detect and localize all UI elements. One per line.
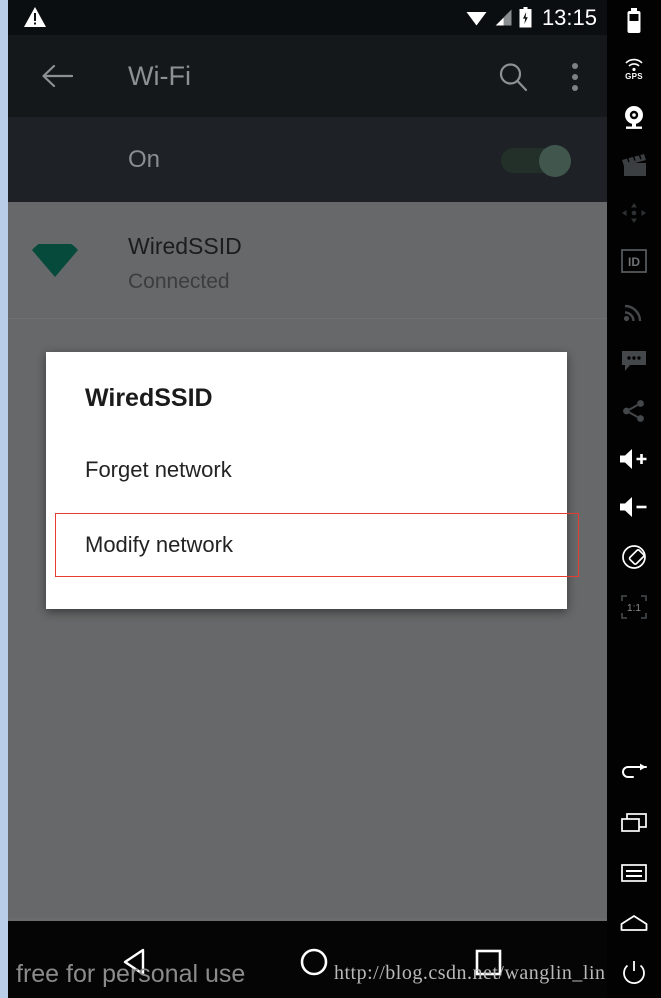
emulator-toolbar: GPS ID 1:1 [607, 0, 661, 998]
device-screen: 13:15 Wi-Fi On WiredSSID Connected Wired… [8, 0, 607, 998]
wifi-signal-icon [466, 11, 487, 25]
battery-charging-icon [519, 7, 532, 28]
status-bar: 13:15 [8, 0, 607, 35]
sms-icon[interactable] [607, 340, 661, 382]
zoom-actual-icon[interactable]: 1:1 [607, 586, 661, 628]
status-icons: 13:15 [466, 0, 597, 35]
svg-text:1:1: 1:1 [627, 603, 641, 614]
wifi-toggle-switch[interactable] [501, 145, 571, 177]
overflow-dot [572, 85, 578, 91]
search-icon[interactable] [497, 61, 529, 93]
cellular-signal-icon [495, 9, 512, 26]
dpad-icon[interactable] [607, 192, 661, 234]
android-emulator-window: 13:15 Wi-Fi On WiredSSID Connected Wired… [0, 0, 661, 998]
volume-down-icon[interactable] [607, 486, 661, 528]
overflow-dot [572, 63, 578, 69]
app-bar: Wi-Fi [8, 35, 607, 117]
gps-label: GPS [625, 71, 643, 81]
dialog-item-modify-network[interactable]: Modify network [46, 507, 567, 582]
wifi-connected-icon [32, 244, 78, 277]
wifi-toggle-label: On [128, 146, 161, 173]
dialog-footer-spacer [46, 582, 567, 609]
overview-icon[interactable] [607, 802, 661, 844]
list-item[interactable]: WiredSSID Connected [8, 202, 607, 319]
id-icon[interactable]: ID [607, 240, 661, 282]
list-divider [8, 318, 607, 319]
nav-home-circle-icon[interactable] [299, 947, 329, 977]
network-status: Connected [128, 270, 230, 293]
overflow-dot [572, 74, 578, 80]
cellular-icon[interactable] [607, 290, 661, 332]
network-ssid: WiredSSID [128, 233, 242, 259]
menu-icon[interactable] [607, 852, 661, 894]
share-icon[interactable] [607, 390, 661, 432]
status-clock: 13:15 [541, 4, 597, 30]
dialog-title: WiredSSID [85, 384, 213, 412]
wifi-toggle-row[interactable]: On [8, 117, 607, 202]
volume-up-icon[interactable] [607, 438, 661, 480]
watermark-url: http://blog.csdn.net/wanglin_lin [334, 962, 606, 984]
gps-icon[interactable]: GPS [607, 48, 661, 90]
arrow-left-icon[interactable] [41, 61, 73, 91]
page-title: Wi-Fi [128, 61, 191, 91]
rotate-icon[interactable] [607, 536, 661, 578]
home-icon[interactable] [607, 902, 661, 944]
navigation-bar: free for personal use http://blog.csdn.n… [8, 918, 607, 998]
power-icon[interactable] [607, 952, 661, 994]
watermark-left: free for personal use [16, 960, 246, 988]
switch-thumb [539, 145, 571, 177]
battery-icon[interactable] [607, 0, 661, 42]
overflow-menu-icon[interactable] [572, 63, 578, 91]
network-options-dialog: WiredSSID Forget network Modify network [46, 352, 567, 609]
webcam-icon[interactable] [607, 96, 661, 138]
warning-triangle-icon [24, 7, 46, 27]
back-icon[interactable] [607, 752, 661, 794]
dialog-item-forget-network[interactable]: Forget network [46, 432, 567, 507]
clapperboard-icon[interactable] [607, 144, 661, 186]
svg-text:ID: ID [628, 255, 640, 269]
